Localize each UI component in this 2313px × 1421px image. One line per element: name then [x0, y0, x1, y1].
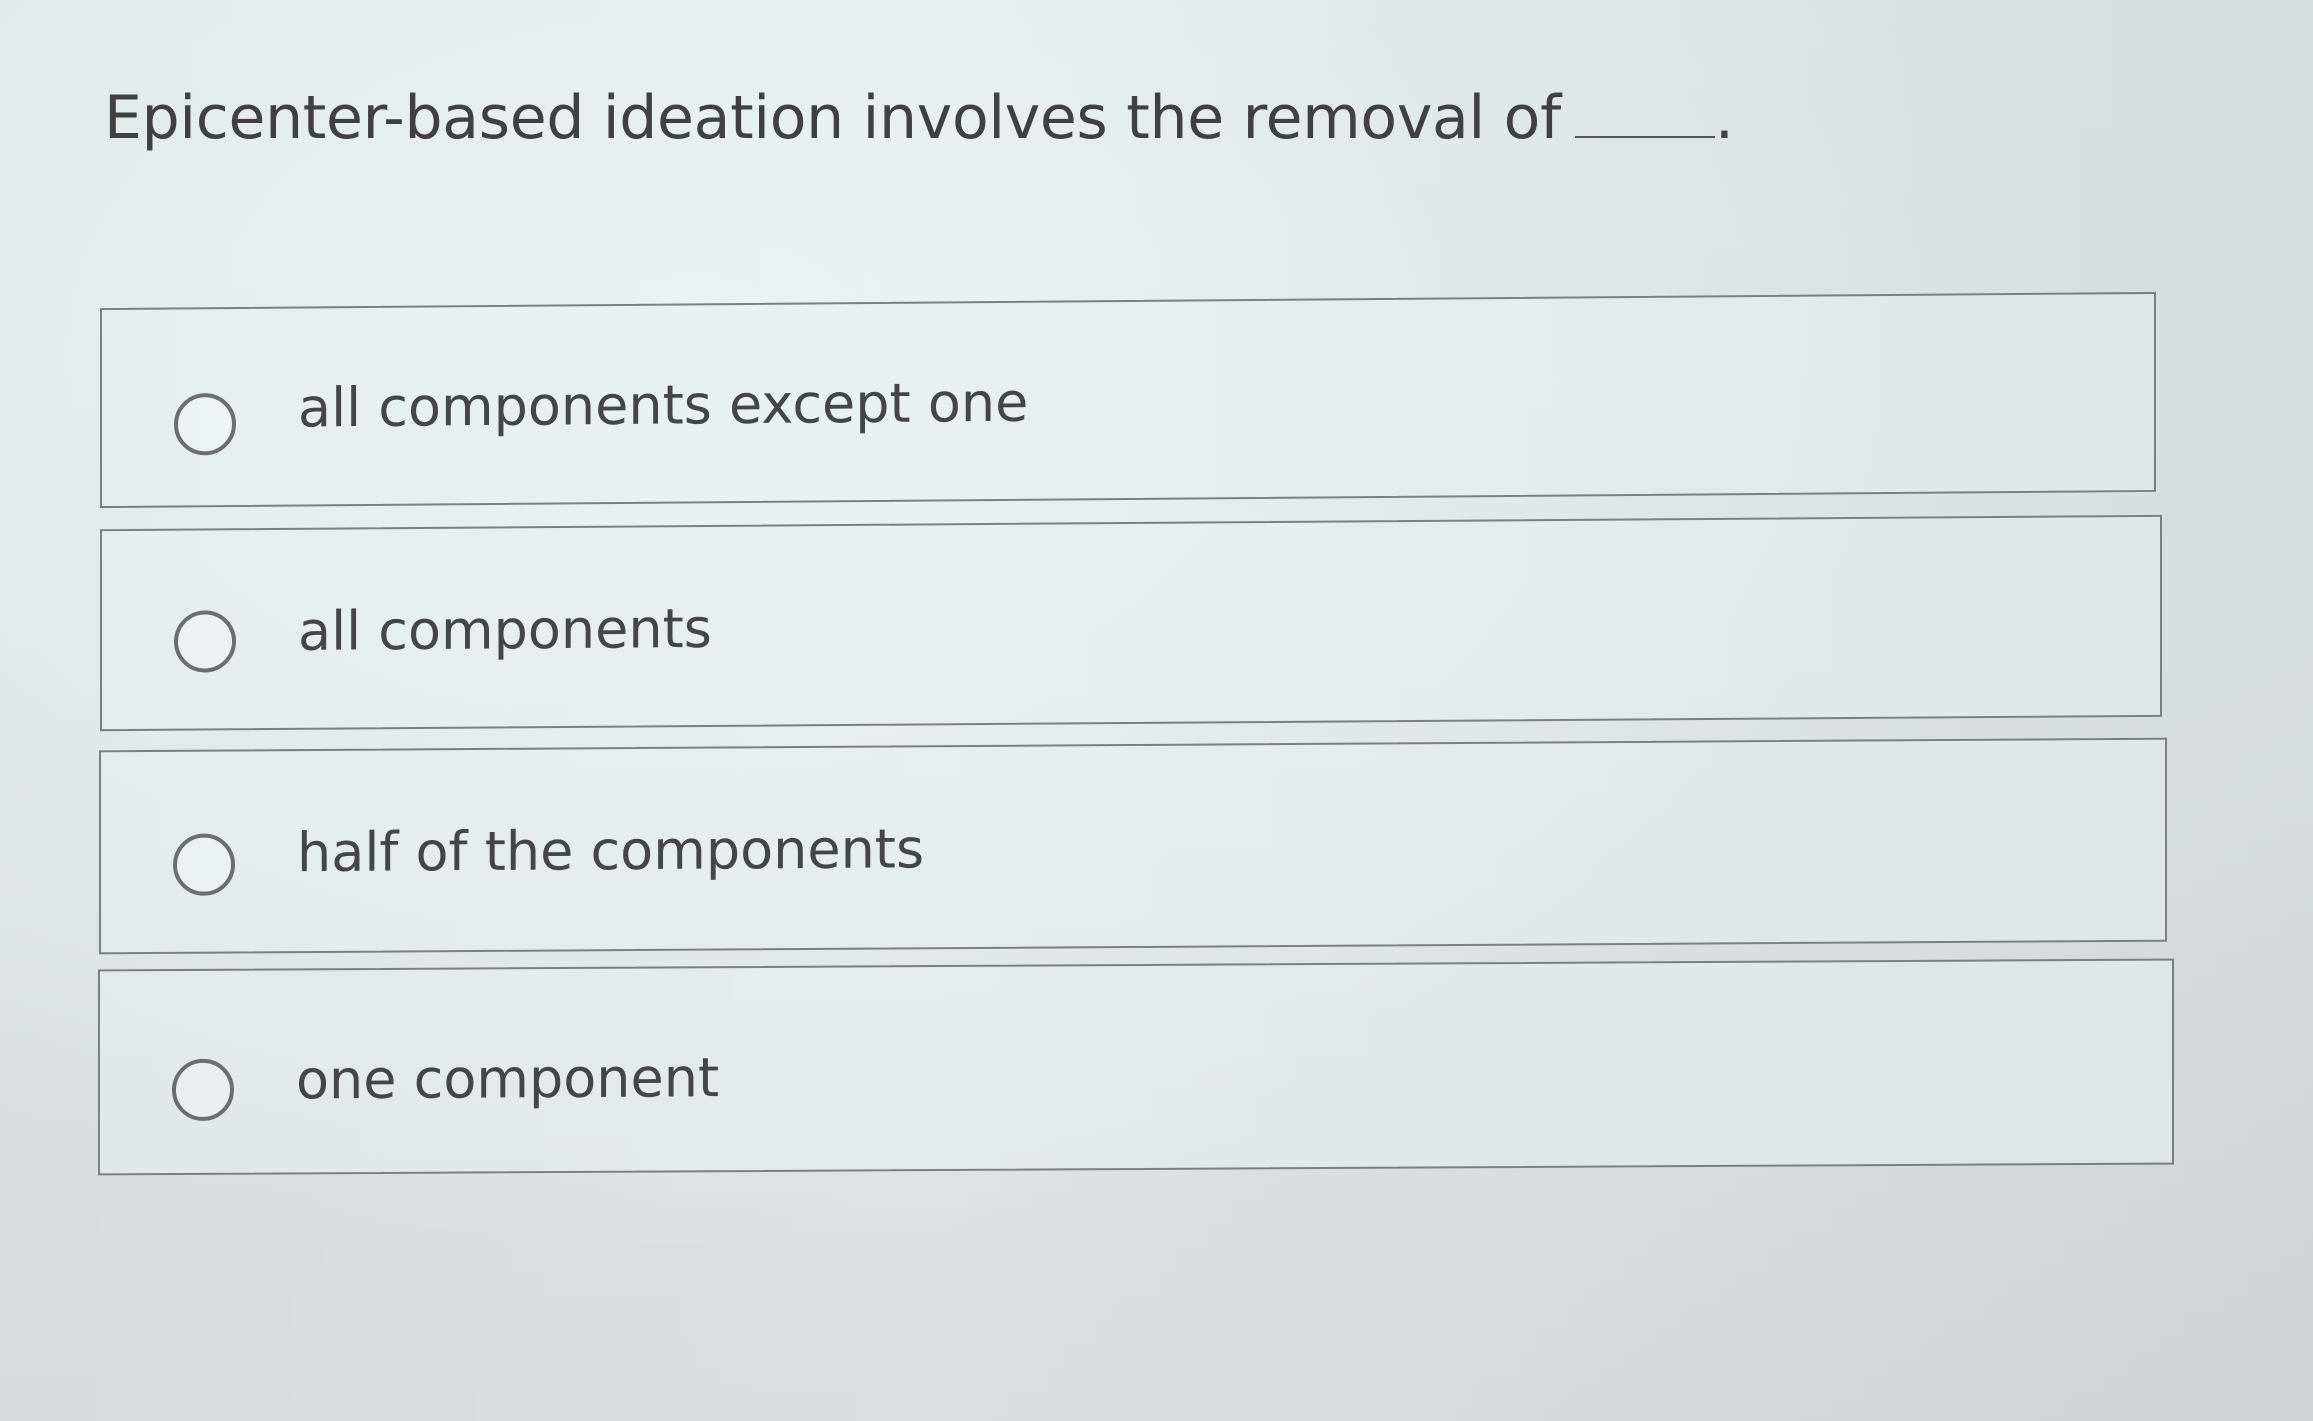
- answer-option-label: half of the components: [297, 817, 925, 885]
- answer-option-4[interactable]: one component: [98, 958, 2174, 1176]
- question-text: Epicenter-based ideation involves the re…: [104, 82, 1734, 154]
- fill-in-blank: [1574, 90, 1715, 138]
- answer-option-label: all components except one: [298, 370, 1029, 440]
- answer-option-3[interactable]: half of the components: [99, 737, 2167, 955]
- answer-option-label: one component: [296, 1046, 720, 1112]
- question-prompt: Epicenter-based ideation involves the re…: [104, 83, 1561, 153]
- answer-option-1[interactable]: all components except one: [100, 291, 2156, 509]
- radio-button-icon[interactable]: [174, 393, 236, 456]
- answer-option-2[interactable]: all components: [100, 514, 2162, 732]
- radio-button-icon[interactable]: [173, 833, 235, 896]
- radio-button-icon[interactable]: [174, 610, 236, 673]
- answer-option-label: all components: [298, 596, 712, 663]
- question-period: .: [1714, 83, 1734, 153]
- radio-button-icon[interactable]: [172, 1058, 234, 1122]
